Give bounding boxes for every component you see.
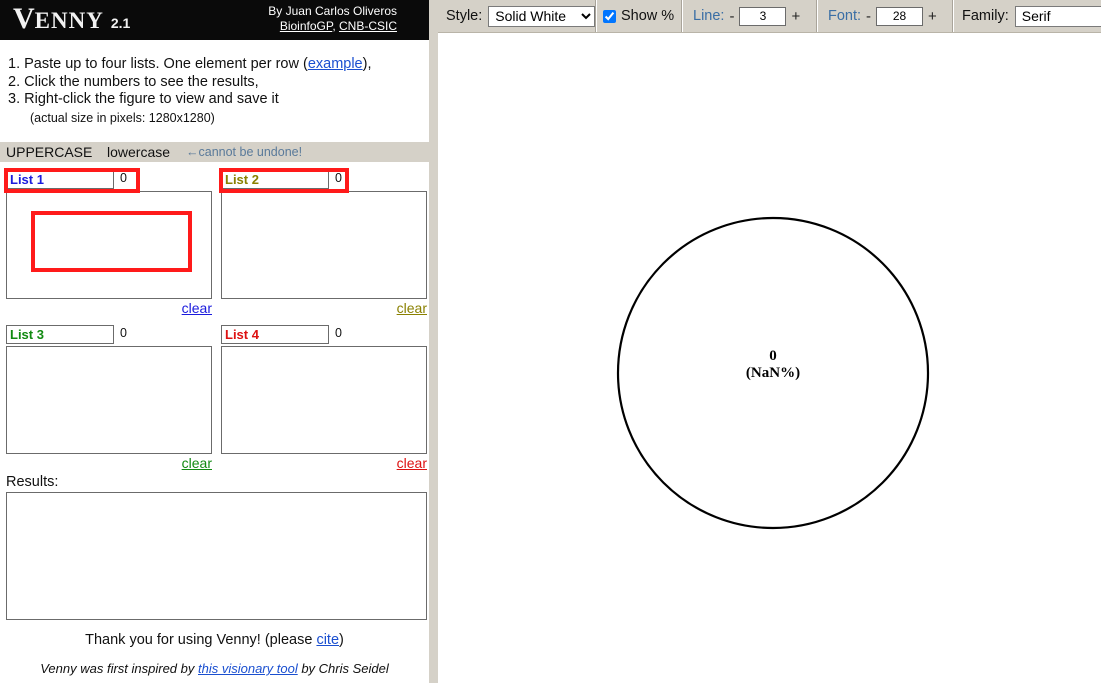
instruction-step-3: 3. Right-click the figure to view and sa… [8,91,428,109]
inspired-text-post: by Chris Seidel [298,661,389,676]
venn-region-percent[interactable]: (NaN%) [693,365,853,382]
left-panel: VENNY 2.1 By Juan Carlos Oliveros Bioinfo… [0,0,429,683]
right-panel: Style: Solid WhiteColorsTransparentNo fi… [438,0,1101,683]
list1-title-input[interactable] [6,170,114,189]
family-label: Family: [962,8,1009,24]
list2-title-input[interactable] [221,170,329,189]
lowercase-button[interactable]: lowercase [107,142,170,162]
credit-links: BioinfoGP, CNB-CSIC [268,19,397,34]
credits: By Juan Carlos Oliveros BioinfoGP, CNB-C… [268,4,397,34]
list4-count[interactable]: 0 [335,326,342,340]
toolbar-separator-1 [595,0,597,32]
cannot-be-undone-note: ←cannot be undone! [186,142,302,162]
results-label: Results: [6,474,58,490]
instruction-step-2: 2. Click the numbers to see the results, [8,74,428,92]
family-group: Family: SerifSans-serifMonospace [962,0,1101,32]
list2-textarea[interactable] [221,191,427,299]
style-label: Style: [446,8,482,24]
inspired-message: Venny was first inspired by this visiona… [0,661,429,676]
font-decrement-button[interactable]: - [861,8,876,25]
toolbar-separator-3 [816,0,818,32]
list1-count[interactable]: 0 [120,171,127,185]
line-label: Line: [693,8,724,24]
case-toolbar: UPPERCASE lowercase ←cannot be undone! [0,142,429,162]
style-group: Style: Solid WhiteColorsTransparentNo fi… [446,0,595,32]
list4-textarea[interactable] [221,346,427,454]
show-percent-label: Show % [621,8,674,24]
step1-text-pre: 1. Paste up to four lists. One element p… [8,56,308,72]
list3-count[interactable]: 0 [120,326,127,340]
list1-textarea[interactable] [6,191,212,299]
instructions: 1. Paste up to four lists. One element p… [8,56,428,127]
venn-region-label[interactable]: 0 (NaN%) [693,348,853,382]
panel-divider[interactable] [429,0,438,683]
thanks-text-post: ) [339,632,344,648]
line-decrement-button[interactable]: - [724,8,739,25]
logo-initial: V [13,2,35,35]
show-percent-checkbox[interactable] [603,10,616,23]
inspired-text-pre: Venny was first inspired by [40,661,198,676]
style-select[interactable]: Solid WhiteColorsTransparentNo fill [488,6,595,27]
list1-clear-link[interactable]: clear [182,300,212,316]
venn-toolbar: Style: Solid WhiteColorsTransparentNo fi… [438,0,1101,33]
logo-version: 2.1 [111,15,130,31]
actual-size-note: (actual size in pixels: 1280x1280) [30,110,428,128]
bioinfogp-link[interactable]: BioinfoGP [280,19,332,33]
venn-region-count[interactable]: 0 [693,348,853,365]
font-label: Font: [828,8,861,24]
list2-clear-link[interactable]: clear [397,300,427,316]
app-logo: VENNY 2.1 [13,2,130,36]
list4-title-input[interactable] [221,325,329,344]
line-group: Line: - + [693,0,805,32]
results-textarea[interactable] [6,492,427,620]
example-link[interactable]: example [308,56,363,72]
cnb-csic-link[interactable]: CNB-CSIC [339,19,397,33]
font-group: Font: - + [828,0,942,32]
font-size-input[interactable] [876,7,923,26]
app-header: VENNY 2.1 By Juan Carlos Oliveros Bioinfo… [0,0,429,40]
logo-name: ENNY [35,8,104,33]
font-increment-button[interactable]: + [923,8,942,25]
cite-link[interactable]: cite [316,632,339,648]
line-width-input[interactable] [739,7,786,26]
list4-clear-link[interactable]: clear [397,455,427,471]
list3-textarea[interactable] [6,346,212,454]
list3-clear-link[interactable]: clear [182,455,212,471]
uppercase-button[interactable]: UPPERCASE [6,142,92,162]
credit-author: By Juan Carlos Oliveros [268,4,397,19]
line-increment-button[interactable]: + [786,8,805,25]
show-percent-group: Show % [603,0,674,32]
step1-text-post: ), [363,56,372,72]
venn-diagram-canvas[interactable]: 0 (NaN%) [438,33,1101,683]
list3-title-input[interactable] [6,325,114,344]
toolbar-separator-2 [681,0,683,32]
font-family-select[interactable]: SerifSans-serifMonospace [1015,6,1101,27]
thanks-message: Thank you for using Venny! (please cite) [0,632,429,648]
instruction-step-1: 1. Paste up to four lists. One element p… [8,56,428,74]
thanks-text-pre: Thank you for using Venny! (please [85,632,316,648]
credit-separator: , [332,19,339,33]
visionary-tool-link[interactable]: this visionary tool [198,661,298,676]
toolbar-separator-4 [952,0,954,32]
list2-count[interactable]: 0 [335,171,342,185]
